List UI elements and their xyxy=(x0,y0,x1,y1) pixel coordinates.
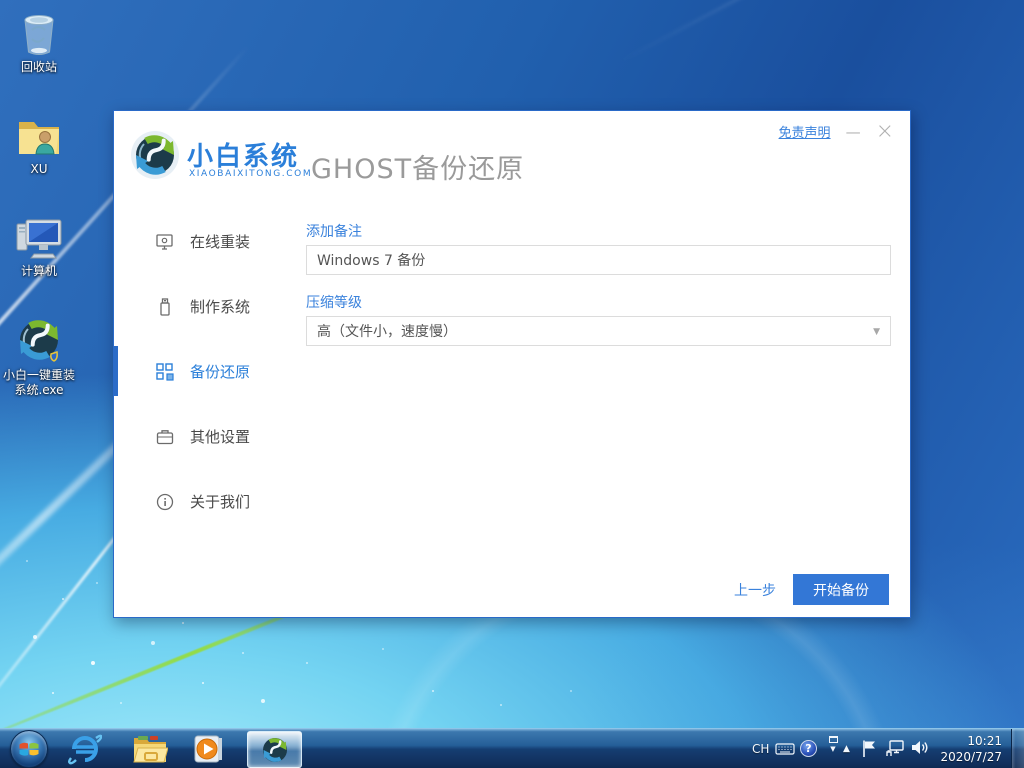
note-label: 添加备注 xyxy=(306,224,362,240)
recycle-bin-icon xyxy=(24,15,54,55)
page-title: GHOST备份还原 xyxy=(311,154,525,185)
compress-level-label: 压缩等级 xyxy=(306,295,362,311)
window-controls: 免责声明 — × xyxy=(779,120,894,142)
network-icon[interactable] xyxy=(885,739,905,758)
desktop-icon-label: 回收站 xyxy=(20,60,57,74)
desktop-icon-label: 计算机 xyxy=(20,264,57,278)
taskbar-clock[interactable]: 10:21 2020/7/27 xyxy=(940,733,1002,765)
media-player-icon xyxy=(194,735,222,763)
sidebar-item-label: 制作系统 xyxy=(190,298,251,316)
brand-name: 小白系统 xyxy=(187,142,300,172)
monitor-reinstall-icon xyxy=(156,233,173,250)
help-icon[interactable]: ? xyxy=(800,740,817,757)
minimize-button[interactable]: — xyxy=(846,124,861,139)
start-backup-button[interactable]: 开始备份 xyxy=(793,574,889,605)
language-indicator[interactable]: CH xyxy=(752,742,769,756)
xiaobai-app-icon xyxy=(262,737,287,762)
desktop-icon-xu-folder[interactable]: XU xyxy=(0,112,78,177)
show-desktop-button[interactable] xyxy=(1011,729,1024,768)
volume-icon[interactable] xyxy=(911,739,929,756)
close-button[interactable]: × xyxy=(876,120,894,142)
desktop-icon-label: XU xyxy=(30,162,48,176)
sidebar-item-label: 其他设置 xyxy=(190,428,251,446)
disclaimer-link[interactable]: 免责声明 xyxy=(779,122,831,141)
wallpaper-sparkles xyxy=(0,0,2,2)
desktop-icon-xiaobai-installer[interactable]: 小白一键重装 系统.exe xyxy=(0,316,78,398)
sidebar-item-label: 在线重装 xyxy=(190,233,251,251)
clock-time: 10:21 xyxy=(967,734,1002,748)
start-button[interactable] xyxy=(10,730,48,768)
sidebar-item-label: 关于我们 xyxy=(190,493,251,511)
language-bar-options[interactable]: ▼ xyxy=(826,736,840,754)
chevron-down-icon: ▼ xyxy=(873,327,880,337)
compress-level-value: 高（文件小，速度慢） xyxy=(317,324,457,340)
sidebar-item-online-reinstall[interactable]: 在线重装 xyxy=(114,209,294,274)
wallpaper-streak xyxy=(619,0,1024,63)
taskbar: CH ? ▼ ▲ 10:21 2020/7/27 xyxy=(0,728,1024,768)
briefcase-icon xyxy=(156,429,174,444)
sidebar-item-other-settings[interactable]: 其他设置 xyxy=(114,404,294,469)
brand-domain: XIAOBAIXITONG.COM xyxy=(189,169,313,179)
clock-date: 2020/7/27 xyxy=(940,750,1002,764)
internet-explorer-icon xyxy=(68,734,103,765)
keyboard-icon[interactable] xyxy=(775,742,795,756)
xiaobai-app-icon xyxy=(20,320,58,362)
windows-logo-icon xyxy=(19,742,39,756)
taskbar-ie-button[interactable] xyxy=(68,733,103,765)
sidebar-item-label: 备份还原 xyxy=(190,363,251,381)
desktop-icon-computer[interactable]: 计算机 xyxy=(0,214,78,279)
desktop-icon-label: 小白一键重装 系统.exe xyxy=(2,368,75,397)
xiaobai-app-window: 免责声明 — × 小白系统 XIAOBAIXITONG.COM GHOST备份还… xyxy=(113,110,911,618)
language-bar-icon xyxy=(828,736,838,743)
computer-icon xyxy=(16,219,62,259)
backup-restore-icon xyxy=(156,362,174,381)
desktop-icon-recycle-bin[interactable]: 回收站 xyxy=(0,8,78,75)
chevron-down-icon: ▼ xyxy=(830,745,836,753)
taskbar-xiaobai-app-button[interactable] xyxy=(247,731,302,768)
note-input[interactable] xyxy=(306,245,891,275)
taskbar-explorer-button[interactable] xyxy=(132,733,169,765)
folder-icon xyxy=(133,736,169,763)
folder-user-icon xyxy=(19,122,59,155)
xiaobai-logo-icon xyxy=(131,131,179,179)
back-button[interactable]: 上一步 xyxy=(724,580,786,600)
sidebar-item-backup-restore[interactable]: 备份还原 xyxy=(114,339,294,404)
compress-level-select[interactable]: 高（文件小，速度慢） ▼ xyxy=(306,316,891,346)
sidebar-item-about-us[interactable]: 关于我们 xyxy=(114,469,294,534)
sidebar-item-make-system[interactable]: 制作系统 xyxy=(114,274,294,339)
usb-drive-icon xyxy=(160,297,170,316)
action-center-flag-icon[interactable] xyxy=(861,739,877,758)
show-hidden-icons-button[interactable]: ▲ xyxy=(843,744,850,754)
taskbar-media-player-button[interactable] xyxy=(192,734,224,764)
info-icon xyxy=(156,493,174,510)
